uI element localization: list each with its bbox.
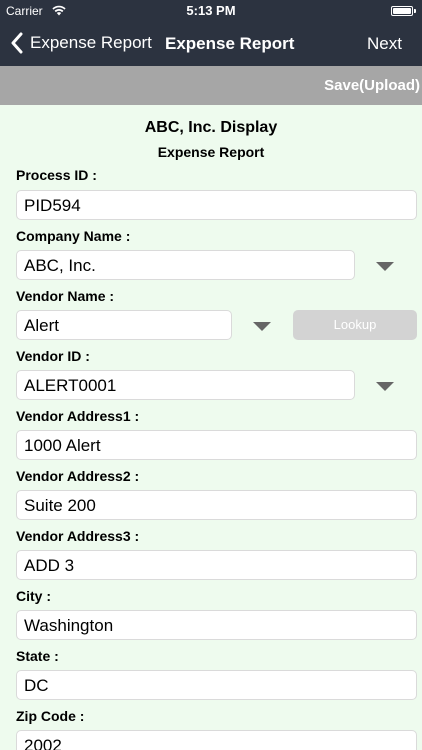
company-name-field[interactable]: ABC, Inc. <box>16 250 355 280</box>
battery-tip <box>414 9 416 13</box>
vendor-address2-label: Vendor Address2 : <box>16 468 140 484</box>
state-field[interactable]: DC <box>16 670 417 700</box>
next-button[interactable]: Next <box>367 34 402 54</box>
chevron-left-icon <box>11 32 23 54</box>
vendor-name-dropdown-caret-icon[interactable] <box>253 322 271 331</box>
state-label: State : <box>16 648 59 664</box>
form-content: ABC, Inc. Display Expense Report Process… <box>0 105 422 750</box>
company-dropdown-caret-icon[interactable] <box>376 262 394 271</box>
vendor-address3-label: Vendor Address3 : <box>16 528 140 544</box>
vendor-address1-label: Vendor Address1 : <box>16 408 140 424</box>
vendor-name-field[interactable]: Alert <box>16 310 232 340</box>
vendor-id-dropdown-caret-icon[interactable] <box>376 382 394 391</box>
vendor-address3-field[interactable]: ADD 3 <box>16 550 417 580</box>
city-label: City : <box>16 588 51 604</box>
save-upload-button[interactable]: Save(Upload) <box>324 77 420 94</box>
vendor-id-field[interactable]: ALERT0001 <box>16 370 355 400</box>
vendor-address1-field[interactable]: 1000 Alert <box>16 430 417 460</box>
zip-code-label: Zip Code : <box>16 708 85 724</box>
status-bar: Carrier 5:13 PM <box>0 0 422 22</box>
process-id-label: Process ID : <box>16 167 97 183</box>
form-heading: ABC, Inc. Display <box>144 119 278 136</box>
zip-code-field[interactable]: 2002 <box>16 730 417 750</box>
navigation-bar: Expense Report Expense Report Next <box>0 22 422 66</box>
vendor-address2-field[interactable]: Suite 200 <box>16 490 417 520</box>
lookup-button[interactable]: Lookup <box>293 310 417 340</box>
nav-title: Expense Report <box>165 34 295 53</box>
toolbar: Save(Upload) <box>0 66 422 105</box>
form-subheading: Expense Report <box>157 144 265 160</box>
company-name-label: Company Name : <box>16 228 131 244</box>
process-id-field[interactable]: PID594 <box>16 190 417 220</box>
vendor-id-label: Vendor ID : <box>16 348 90 364</box>
vendor-name-label: Vendor Name : <box>16 288 115 304</box>
back-button[interactable]: Expense Report <box>10 32 152 54</box>
clock: 5:13 PM <box>186 3 236 18</box>
back-label: Expense Report <box>30 33 152 52</box>
city-field[interactable]: Washington <box>16 610 417 640</box>
battery-icon <box>391 6 413 16</box>
